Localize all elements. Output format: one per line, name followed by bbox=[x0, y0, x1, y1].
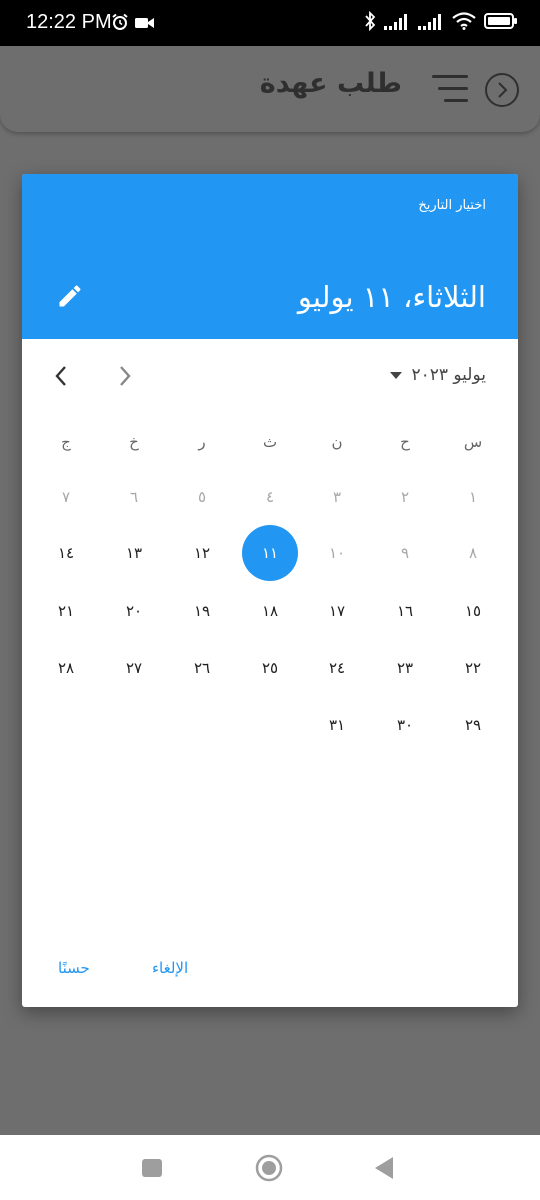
calendar-day[interactable]: ١٨ bbox=[242, 583, 298, 639]
dialog-label: اختيار التاريخ bbox=[418, 198, 486, 213]
calendar-day: ٤ bbox=[265, 488, 275, 506]
dropdown-arrow-icon bbox=[389, 365, 403, 385]
calendar-day: ٨ bbox=[468, 544, 478, 562]
calendar-day[interactable]: ٢٩ bbox=[445, 697, 501, 753]
weekday-label: س bbox=[463, 433, 483, 451]
alarm-icon bbox=[111, 13, 129, 35]
weekday-label: ج bbox=[61, 433, 71, 451]
calendar-day[interactable]: ١٩ bbox=[174, 583, 230, 639]
calendar-day[interactable]: ١٦ bbox=[377, 583, 433, 639]
calendar-day: ١ bbox=[468, 488, 478, 506]
calendar-day[interactable]: ١٣ bbox=[106, 525, 162, 581]
status-right-icons bbox=[364, 10, 518, 36]
calendar-day[interactable]: ٢٧ bbox=[106, 640, 162, 696]
calendar-day[interactable]: ٢٢ bbox=[445, 640, 501, 696]
signal-icon bbox=[418, 12, 444, 34]
date-picker-dialog: اختيار التاريخ الثلاثاء، ١١ يوليو يوليو … bbox=[22, 174, 518, 1007]
calendar-day[interactable]: ٢٥ bbox=[242, 640, 298, 696]
calendar-day[interactable]: ١٧ bbox=[309, 583, 365, 639]
calendar-day: ١٠ bbox=[328, 544, 346, 562]
calendar-day: ٩ bbox=[400, 544, 410, 562]
cancel-button[interactable]: الإلغاء bbox=[152, 959, 188, 977]
bluetooth-icon bbox=[364, 10, 376, 35]
weekday-label: ر bbox=[198, 433, 206, 451]
calendar-day[interactable]: ٢٦ bbox=[174, 640, 230, 696]
selected-date: الثلاثاء، ١١ يوليو bbox=[297, 280, 486, 314]
dialog-header: اختيار التاريخ الثلاثاء، ١١ يوليو bbox=[22, 174, 518, 339]
weekday-label: خ bbox=[129, 433, 139, 451]
calendar-day-selected[interactable]: ١١ bbox=[242, 525, 298, 581]
next-month-button[interactable] bbox=[116, 363, 134, 393]
weekday-label: ن bbox=[331, 433, 343, 451]
calendar-day[interactable]: ٢٠ bbox=[106, 583, 162, 639]
edit-icon[interactable] bbox=[56, 282, 84, 314]
previous-month-button[interactable] bbox=[52, 363, 70, 393]
calendar-day[interactable]: ١٥ bbox=[445, 583, 501, 639]
signal-icon bbox=[384, 12, 410, 34]
battery-icon bbox=[484, 12, 518, 34]
calendar-day[interactable]: ٢٨ bbox=[38, 640, 94, 696]
calendar-day[interactable]: ١٤ bbox=[38, 525, 94, 581]
calendar-day[interactable]: ٢٣ bbox=[377, 640, 433, 696]
page-title: طلب عهدة bbox=[259, 68, 402, 99]
wifi-icon bbox=[452, 12, 476, 34]
calendar-day[interactable]: ٣١ bbox=[309, 697, 365, 753]
status-left-icons bbox=[111, 13, 155, 35]
calendar-day: ٧ bbox=[61, 488, 71, 506]
ok-button[interactable]: حسنًا bbox=[58, 959, 90, 977]
calendar-day: ٣ bbox=[332, 488, 342, 506]
calendar-day: ٥ bbox=[197, 488, 207, 506]
calendar-day: ٦ bbox=[129, 488, 139, 506]
status-time: 12:22 PM bbox=[26, 11, 112, 33]
video-camera-icon bbox=[135, 15, 155, 34]
calendar-day[interactable]: ٢٤ bbox=[309, 640, 365, 696]
recent-apps-icon[interactable] bbox=[142, 1155, 162, 1185]
calendar-day[interactable]: ٢١ bbox=[38, 583, 94, 639]
weekday-label: ح bbox=[400, 433, 410, 451]
status-bar: 12:22 PM bbox=[0, 0, 540, 46]
month-year-selector[interactable]: يوليو ٢٠٢٣ bbox=[389, 365, 486, 385]
navigation-bar bbox=[0, 1135, 540, 1200]
app-header: طلب عهدة bbox=[0, 46, 540, 132]
calendar-day[interactable]: ٣٠ bbox=[377, 697, 433, 753]
calendar-day[interactable]: ١٢ bbox=[174, 525, 230, 581]
calendar-day: ٢ bbox=[400, 488, 410, 506]
weekday-label: ث bbox=[262, 433, 278, 451]
back-icon[interactable] bbox=[484, 72, 520, 112]
month-year-label: يوليو ٢٠٢٣ bbox=[411, 365, 486, 385]
home-icon[interactable] bbox=[254, 1153, 284, 1187]
nav-back-icon[interactable] bbox=[372, 1155, 394, 1185]
menu-icon[interactable] bbox=[432, 72, 468, 110]
